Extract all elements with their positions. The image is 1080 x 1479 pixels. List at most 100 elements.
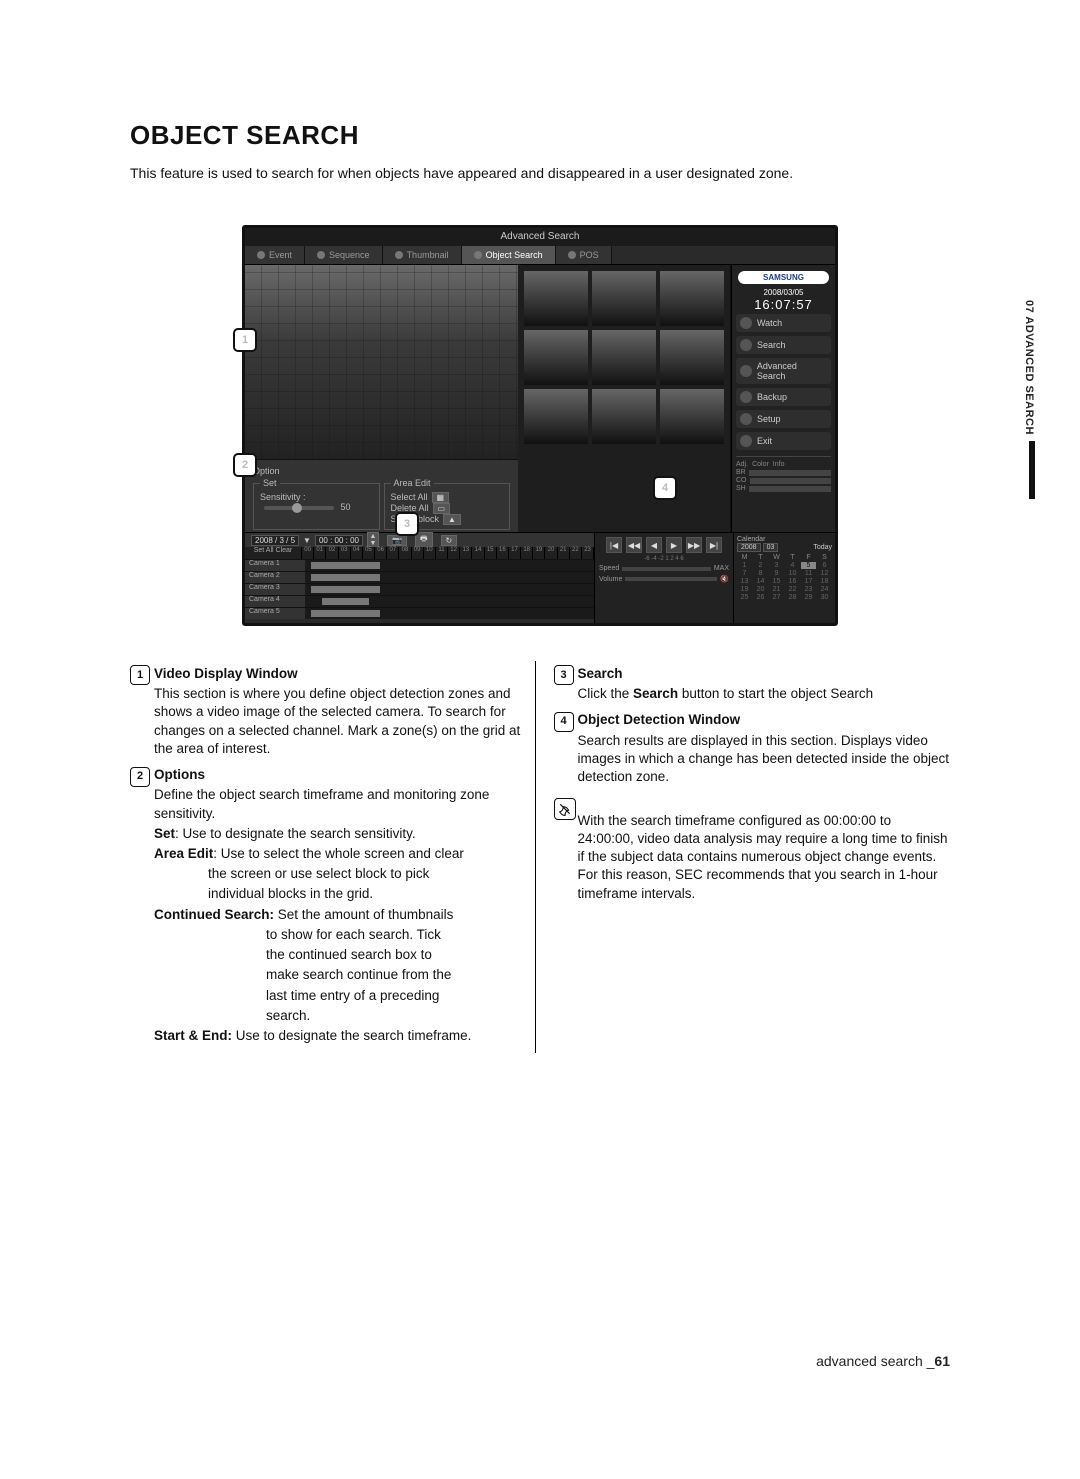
calendar-day[interactable]: 29 xyxy=(801,594,816,601)
nav-setup[interactable]: Setup xyxy=(736,410,831,428)
calendar-day[interactable]: 8 xyxy=(753,570,768,577)
calendar-day[interactable]: 21 xyxy=(769,586,784,593)
backup-icon xyxy=(740,391,752,403)
result-thumbnail[interactable] xyxy=(524,330,588,385)
next-button[interactable]: ▶▶ xyxy=(686,537,702,553)
tab-pos[interactable]: POS xyxy=(556,246,612,264)
calendar-day[interactable]: 25 xyxy=(737,594,752,601)
video-display-window[interactable] xyxy=(245,265,518,459)
prev-button[interactable]: ◀◀ xyxy=(626,537,642,553)
result-thumbnail[interactable] xyxy=(660,389,724,444)
last-button[interactable]: ▶| xyxy=(706,537,722,553)
calendar-day[interactable]: 16 xyxy=(785,578,800,585)
mute-icon[interactable]: 🔇 xyxy=(720,575,729,583)
calendar-day[interactable]: 11 xyxy=(801,570,816,577)
calendar-day[interactable]: 10 xyxy=(785,570,800,577)
power-icon xyxy=(740,435,752,447)
nav-advanced-search[interactable]: Advanced Search xyxy=(736,358,831,384)
calendar-day[interactable]: 9 xyxy=(769,570,784,577)
result-thumbnail[interactable] xyxy=(592,389,656,444)
tab-event[interactable]: Event xyxy=(245,246,305,264)
dropdown-icon[interactable]: ▼ xyxy=(303,536,311,545)
camera-row-label[interactable]: Camera 1 xyxy=(245,560,305,571)
calendar-day[interactable]: 19 xyxy=(737,586,752,593)
calendar-day[interactable]: 6 xyxy=(817,562,832,569)
item4-title: Object Detection Window xyxy=(578,712,741,727)
calendar-day[interactable]: 18 xyxy=(817,578,832,585)
nav-backup[interactable]: Backup xyxy=(736,388,831,406)
delete-all-button[interactable]: ▭ xyxy=(433,503,451,514)
timeline-track[interactable] xyxy=(305,560,594,571)
result-thumbnail[interactable] xyxy=(524,271,588,326)
alert-icon xyxy=(257,251,265,259)
calendar-day[interactable]: 3 xyxy=(769,562,784,569)
result-thumbnail[interactable] xyxy=(592,330,656,385)
tab-thumbnail[interactable]: Thumbnail xyxy=(383,246,462,264)
set-all-button[interactable]: Set All Clear xyxy=(245,547,302,559)
volume-slider[interactable] xyxy=(625,577,717,581)
month-select[interactable]: 03 xyxy=(763,543,779,552)
result-thumbnail[interactable] xyxy=(660,271,724,326)
calendar-day[interactable]: 14 xyxy=(753,578,768,585)
watch-icon xyxy=(740,317,752,329)
calendar-day[interactable]: 17 xyxy=(801,578,816,585)
result-thumbnail[interactable] xyxy=(592,271,656,326)
calendar-day[interactable]: 30 xyxy=(817,594,832,601)
calendar-day[interactable]: 20 xyxy=(753,586,768,593)
camera-row-label[interactable]: Camera 4 xyxy=(245,596,305,607)
sensitivity-value: 50 xyxy=(341,502,351,512)
nav-exit[interactable]: Exit xyxy=(736,432,831,450)
nav-search[interactable]: Search xyxy=(736,336,831,354)
result-thumbnail[interactable] xyxy=(524,389,588,444)
timeline-track[interactable] xyxy=(305,608,594,619)
first-button[interactable]: |◀ xyxy=(606,537,622,553)
camera-row-label[interactable]: Camera 3 xyxy=(245,584,305,595)
timeline-track[interactable] xyxy=(305,572,594,583)
nav-watch[interactable]: Watch xyxy=(736,314,831,332)
play-back-button[interactable]: ◀ xyxy=(646,537,662,553)
sh-slider[interactable] xyxy=(749,486,831,492)
tab-object-search[interactable]: Object Search xyxy=(462,246,556,264)
calendar-day[interactable]: 23 xyxy=(801,586,816,593)
reload-icon[interactable]: ↻ xyxy=(441,535,458,546)
tab-sequence[interactable]: Sequence xyxy=(305,246,383,264)
co-slider[interactable] xyxy=(750,478,832,484)
calendar-day[interactable]: 7 xyxy=(737,570,752,577)
callout-badge-2: 2 xyxy=(130,767,150,787)
calendar-day[interactable]: 1 xyxy=(737,562,752,569)
timeline-track[interactable] xyxy=(305,584,594,595)
calendar-day[interactable]: 12 xyxy=(817,570,832,577)
timeline-track[interactable] xyxy=(305,596,594,607)
result-thumbnail[interactable] xyxy=(660,330,724,385)
callout-4: 4 xyxy=(653,476,677,500)
today-button[interactable]: Today xyxy=(813,544,832,551)
br-slider[interactable] xyxy=(749,470,831,476)
calendar-day[interactable]: 4 xyxy=(785,562,800,569)
speed-slider[interactable] xyxy=(622,567,711,571)
time-stepper[interactable]: ▲▼ xyxy=(367,532,379,548)
calendar-day[interactable]: 26 xyxy=(753,594,768,601)
calendar-day[interactable]: 5 xyxy=(801,562,816,569)
year-select[interactable]: 2008 xyxy=(737,543,761,552)
date-picker[interactable]: 2008 / 3 / 5 xyxy=(251,535,299,546)
time-input[interactable]: 00 : 00 : 00 xyxy=(315,535,363,546)
calendar-day[interactable]: 27 xyxy=(769,594,784,601)
play-button[interactable]: ▶ xyxy=(666,537,682,553)
callout-badge-4: 4 xyxy=(554,712,574,732)
advanced-search-icon xyxy=(740,365,752,377)
camera-row-label[interactable]: Camera 5 xyxy=(245,608,305,619)
calendar-day[interactable]: 13 xyxy=(737,578,752,585)
app-screenshot: Advanced Search Event Sequence Thumbnail… xyxy=(242,225,838,626)
calendar-day[interactable]: 2 xyxy=(753,562,768,569)
calendar-day[interactable]: 24 xyxy=(817,586,832,593)
camera-row-label[interactable]: Camera 2 xyxy=(245,572,305,583)
page-title: OBJECT SEARCH xyxy=(130,120,950,151)
sensitivity-slider[interactable] xyxy=(264,506,334,510)
calendar-day[interactable]: 28 xyxy=(785,594,800,601)
calendar-day[interactable]: 15 xyxy=(769,578,784,585)
select-all-button[interactable]: ▦ xyxy=(432,492,450,503)
calendar-day[interactable]: 22 xyxy=(785,586,800,593)
playback-panel: |◀ ◀◀ ◀ ▶ ▶▶ ▶| -6 -4 -2 1 2 4 6 SpeedMA… xyxy=(594,533,733,623)
select-block-button[interactable]: ▲ xyxy=(443,514,461,525)
camera-icon[interactable]: 📷 xyxy=(387,535,407,546)
